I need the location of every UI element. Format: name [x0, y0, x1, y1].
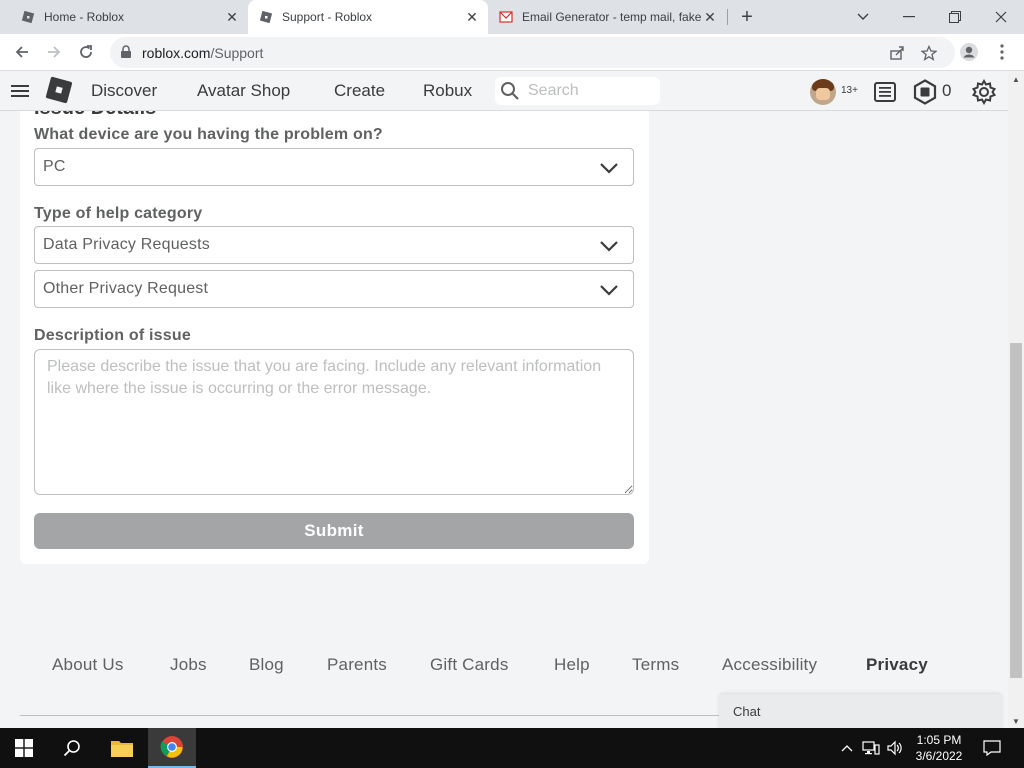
clock-date: 3/6/2022 [915, 749, 963, 763]
nav-create[interactable]: Create [334, 81, 385, 101]
chat-widget[interactable]: Chat [719, 694, 1002, 728]
footer-link-help[interactable]: Help [554, 655, 590, 675]
tab-home-roblox[interactable]: Home - Roblox ✕ [0, 0, 248, 34]
messages-list-icon[interactable] [872, 79, 898, 105]
footer-link-about-us[interactable]: About Us [52, 655, 124, 675]
roblox-logo-icon[interactable] [45, 76, 73, 104]
close-tab-icon[interactable]: ✕ [702, 9, 718, 25]
close-window-button[interactable] [978, 0, 1024, 34]
reload-button[interactable] [74, 40, 98, 64]
device-value: PC [43, 158, 66, 175]
clock-time: 1:05 PM [916, 733, 962, 747]
description-label: Description of issue [34, 327, 191, 344]
roblox-favicon [258, 9, 274, 25]
search-icon [500, 81, 520, 106]
nav-avatar-shop[interactable]: Avatar Shop [197, 81, 290, 101]
lock-icon[interactable] [120, 45, 132, 64]
section-title: Issue Details [34, 111, 156, 120]
chat-label: Chat [733, 704, 761, 719]
subcategory-select[interactable]: Other Privacy Request [34, 270, 634, 308]
search-input[interactable]: Search [495, 77, 660, 105]
close-tab-icon[interactable]: ✕ [224, 9, 240, 25]
device-select[interactable]: PC [34, 148, 634, 186]
chevron-down-icon [599, 280, 619, 300]
robux-balance: 0 [942, 81, 952, 100]
age-badge: 13+ [841, 85, 858, 96]
avatar-face [816, 88, 830, 100]
tab-search-chevron-icon[interactable] [840, 0, 886, 34]
footer-link-gift-cards[interactable]: Gift Cards [430, 655, 509, 675]
tab-title: Support - Roblox [282, 10, 373, 24]
category-value: Data Privacy Requests [43, 236, 210, 253]
windows-start-icon[interactable] [0, 728, 48, 768]
footer-link-privacy[interactable]: Privacy [866, 655, 928, 675]
new-tab-button[interactable]: + [735, 5, 759, 29]
windows-taskbar: 1:05 PM 3/6/2022 [0, 728, 1024, 768]
restore-button[interactable] [932, 0, 978, 34]
tab-title: Email Generator - temp mail, fake [522, 10, 702, 24]
support-form-card: Issue Details What device are you having… [20, 111, 649, 564]
hamburger-menu-icon[interactable] [10, 81, 30, 101]
taskbar-clock[interactable]: 1:05 PM 3/6/2022 [900, 732, 978, 764]
file-explorer-icon[interactable] [98, 728, 146, 768]
search-icon[interactable] [48, 728, 96, 768]
footer-link-blog[interactable]: Blog [249, 655, 284, 675]
scrollbar-thumb[interactable] [1010, 343, 1022, 678]
bookmark-star-icon[interactable] [920, 44, 938, 62]
scroll-up-arrow-icon[interactable]: ▲ [1012, 75, 1020, 84]
footer-divider [20, 715, 720, 716]
profile-icon[interactable] [957, 40, 981, 64]
description-textarea[interactable] [34, 349, 634, 495]
url-text: roblox.com/Support [142, 45, 263, 61]
page-content: Issue Details What device are you having… [0, 111, 1008, 728]
scroll-down-arrow-icon[interactable]: ▼ [1012, 717, 1020, 726]
category-label: Type of help category [34, 205, 203, 222]
tab-support-roblox[interactable]: Support - Roblox ✕ [248, 0, 488, 34]
user-avatar[interactable] [810, 79, 836, 105]
close-tab-icon[interactable]: ✕ [464, 9, 480, 25]
browser-toolbar: roblox.com/Support [0, 34, 1024, 71]
footer-link-accessibility[interactable]: Accessibility [722, 655, 817, 675]
notification-icon[interactable] [983, 740, 1001, 756]
forward-button[interactable] [42, 40, 66, 64]
settings-gear-icon[interactable] [971, 79, 997, 105]
email-favicon [498, 9, 514, 25]
search-placeholder: Search [528, 82, 579, 99]
chevron-down-icon [599, 236, 619, 256]
device-label: What device are you having the problem o… [34, 126, 383, 143]
footer-link-parents[interactable]: Parents [327, 655, 387, 675]
chevron-down-icon [599, 158, 619, 178]
tab-title: Home - Roblox [44, 10, 125, 24]
chrome-icon[interactable] [148, 728, 196, 768]
url-host: roblox.com [142, 45, 211, 61]
tab-separator [727, 9, 728, 25]
nav-robux[interactable]: Robux [423, 81, 472, 101]
roblox-favicon [20, 9, 36, 25]
tray-chevron-up-icon[interactable] [838, 740, 856, 756]
category-select[interactable]: Data Privacy Requests [34, 226, 634, 264]
browser-tab-strip: Home - Roblox ✕ Support - Roblox ✕ Email… [0, 0, 1024, 34]
footer-links: About Us Jobs Blog Parents Gift Cards He… [0, 655, 1008, 685]
robux-icon[interactable] [912, 79, 938, 105]
network-icon[interactable] [862, 740, 880, 756]
url-path: /Support [210, 45, 264, 61]
footer-link-jobs[interactable]: Jobs [170, 655, 207, 675]
address-bar[interactable]: roblox.com/Support [110, 37, 955, 68]
minimize-button[interactable] [886, 0, 932, 34]
roblox-navbar: Discover Avatar Shop Create Robux Search… [0, 71, 1008, 111]
browser-menu-icon[interactable] [990, 40, 1014, 64]
nav-discover[interactable]: Discover [91, 81, 157, 101]
footer-link-terms[interactable]: Terms [632, 655, 679, 675]
submit-button[interactable]: Submit [34, 513, 634, 549]
page-scrollbar[interactable]: ▲ ▼ [1008, 71, 1024, 728]
subcategory-value: Other Privacy Request [43, 280, 209, 297]
share-icon[interactable] [888, 44, 906, 62]
tab-email-generator[interactable]: Email Generator - temp mail, fake ✕ [488, 0, 726, 34]
back-button[interactable] [10, 40, 34, 64]
